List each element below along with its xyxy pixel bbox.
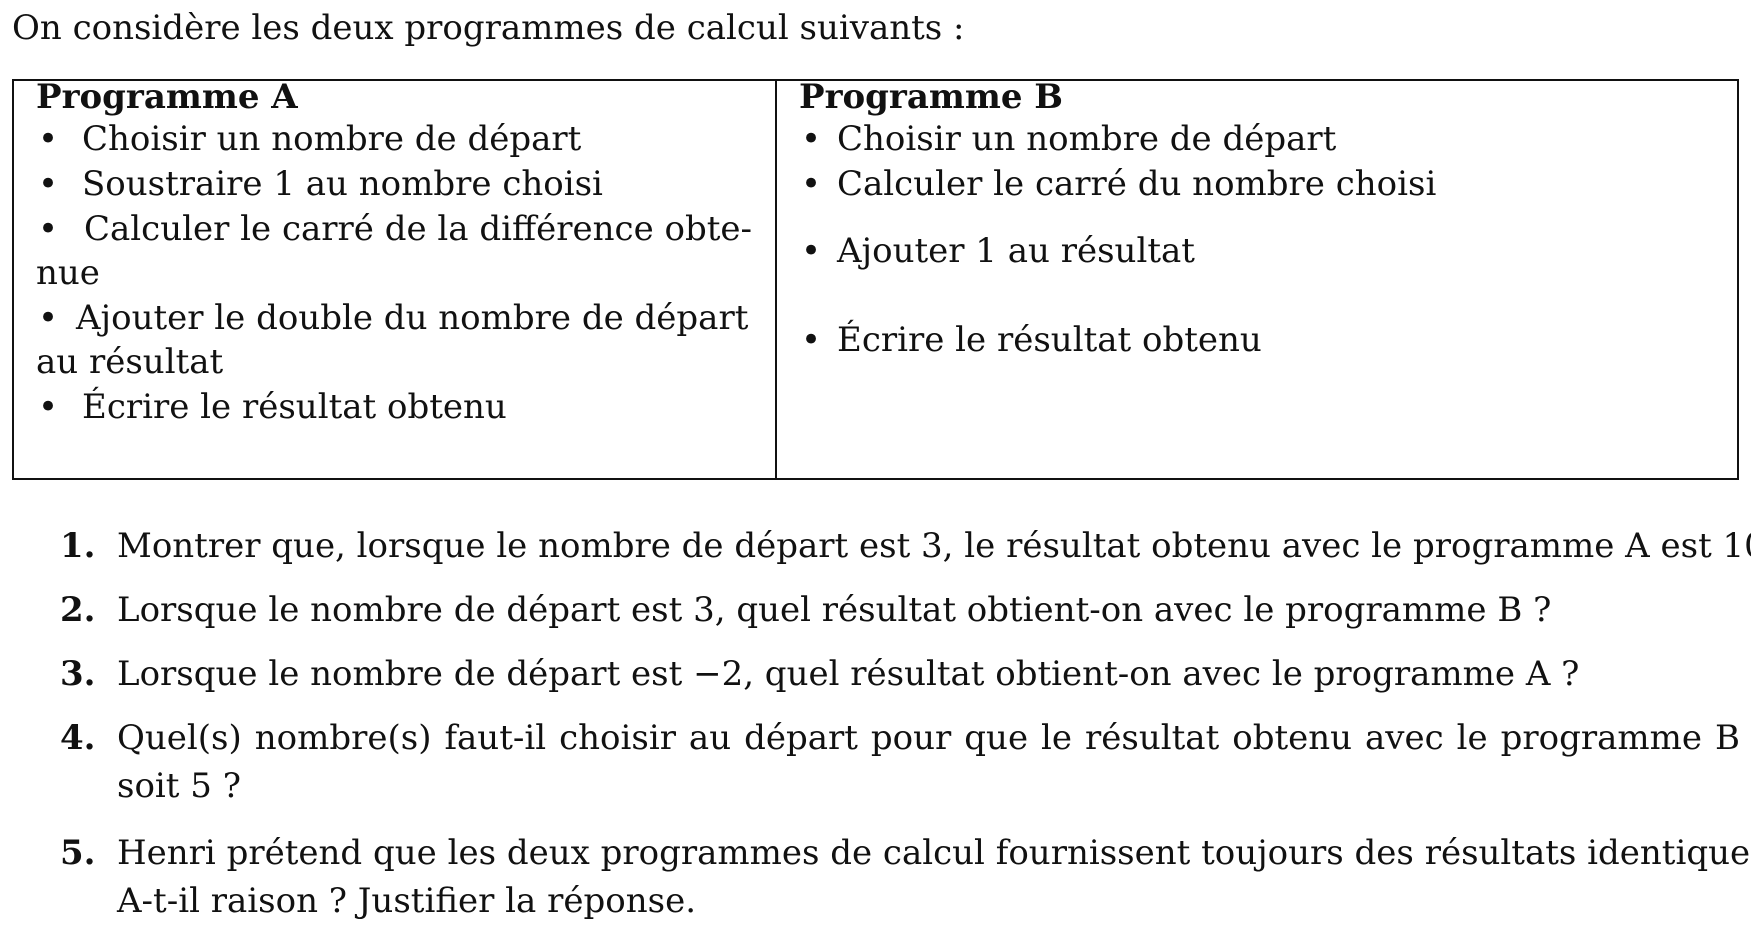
- question-text: Quel(s) nombre(s) faut-il choisir au dép…: [117, 718, 1740, 806]
- bullet-icon: •: [801, 231, 822, 271]
- bullet-icon: •: [38, 298, 59, 338]
- programme-b-step: • Ajouter 1 au résultat: [799, 226, 1195, 276]
- programme-a-step-continuation: nue: [36, 253, 100, 293]
- programme-a-step-continuation: au résultat: [36, 342, 224, 382]
- bullet-icon: •: [801, 320, 822, 360]
- intro-text: On considère les deux programmes de calc…: [12, 8, 965, 48]
- programme-a-step: • Écrire le résultat obtenu: [36, 382, 507, 432]
- question-text: Lorsque le nombre de départ est −2, quel…: [117, 654, 1580, 694]
- programme-a-step: • Choisir un nombre de départ: [36, 114, 581, 164]
- bullet-icon: •: [38, 387, 59, 427]
- programme-a-step: • Ajouter le double du nombre de départ: [36, 293, 748, 343]
- question-number: 4.: [60, 718, 96, 758]
- question-number: 2.: [60, 590, 96, 630]
- question-number: 1.: [60, 526, 96, 566]
- bullet-icon: •: [38, 119, 59, 159]
- programme-a-step: • Soustraire 1 au nombre choisi: [36, 159, 603, 209]
- programme-b-step: • Choisir un nombre de départ: [799, 114, 1336, 164]
- question-text: Montrer que, lorsque le nombre de départ…: [117, 526, 1751, 566]
- programme-b-step: • Écrire le résultat obtenu: [799, 315, 1262, 365]
- programme-a-step: • Calculer le carré de la différence obte…: [36, 204, 752, 254]
- programme-b-title: Programme B: [799, 77, 1064, 117]
- programme-a-column: Programme A • Choisir un nombre de départ…: [14, 77, 777, 478]
- question-text: Henri prétend que les deux programmes de…: [117, 833, 1751, 921]
- programs-table: Programme A • Choisir un nombre de départ…: [12, 77, 1739, 480]
- bullet-icon: •: [38, 209, 59, 249]
- question-text: Lorsque le nombre de départ est 3, quel …: [117, 590, 1552, 630]
- question-number: 3.: [60, 654, 96, 694]
- programme-b-column: Programme B • Choisir un nombre de départ…: [777, 77, 1737, 478]
- programme-a-title: Programme A: [36, 77, 298, 117]
- question-number: 5.: [60, 833, 96, 873]
- bullet-icon: •: [38, 164, 59, 204]
- programme-b-step: • Calculer le carré du nombre choisi: [799, 159, 1436, 209]
- bullet-icon: •: [801, 119, 822, 159]
- bullet-icon: •: [801, 164, 822, 204]
